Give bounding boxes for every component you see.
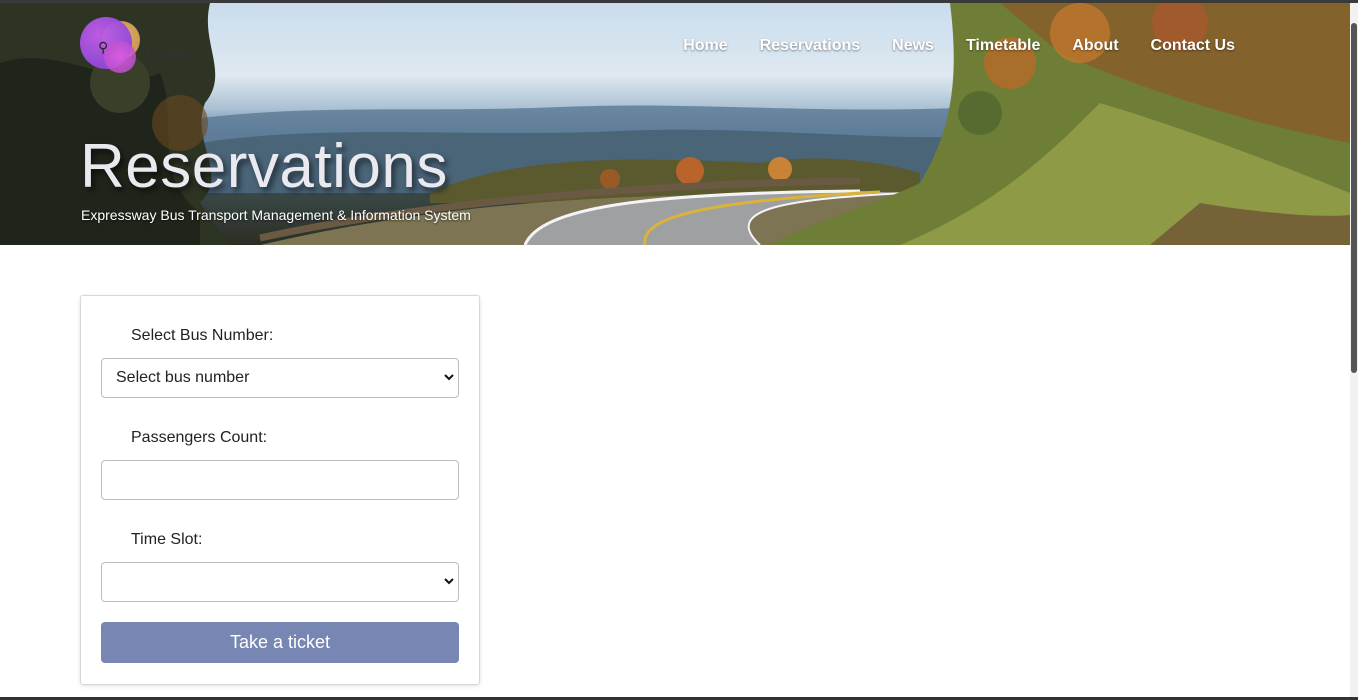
logo-circle xyxy=(104,41,136,73)
map-pin-icon: ⚲ xyxy=(98,39,109,55)
nav-home[interactable]: Home xyxy=(683,37,727,55)
reservation-form: Select Bus Number: Select bus number Pas… xyxy=(80,295,480,685)
main-nav: Home Reservations News Timetable About C… xyxy=(683,37,1235,55)
nav-contact-us[interactable]: Contact Us xyxy=(1151,37,1235,55)
hero-banner: ⚲ Guider Home Reservations News Timetabl… xyxy=(0,3,1350,245)
time-slot-label: Time Slot: xyxy=(131,531,203,548)
nav-reservations[interactable]: Reservations xyxy=(760,37,861,55)
scrollbar-thumb[interactable] xyxy=(1351,23,1357,373)
bus-number-select[interactable]: Select bus number xyxy=(101,358,459,398)
site-logo[interactable]: ⚲ Guider xyxy=(80,17,220,77)
passengers-count-label: Passengers Count: xyxy=(131,429,268,446)
take-ticket-button[interactable]: Take a ticket xyxy=(101,622,459,663)
passengers-count-input[interactable] xyxy=(101,460,459,500)
page-scrollbar[interactable] xyxy=(1350,3,1358,700)
page-subtitle: Expressway Bus Transport Management & In… xyxy=(81,207,471,223)
chevron-down-icon xyxy=(444,374,454,381)
bus-number-label: Select Bus Number: xyxy=(131,327,274,344)
page: ⚲ Guider Home Reservations News Timetabl… xyxy=(0,0,1358,700)
bus-number-selected-value: Select bus number xyxy=(116,369,250,386)
page-title: Reservations xyxy=(80,132,448,201)
nav-about[interactable]: About xyxy=(1072,37,1118,55)
chevron-down-icon xyxy=(444,578,454,585)
nav-timetable[interactable]: Timetable xyxy=(966,37,1040,55)
brand-name: Guider xyxy=(146,46,195,63)
nav-news[interactable]: News xyxy=(892,37,934,55)
time-slot-select[interactable] xyxy=(101,562,459,602)
